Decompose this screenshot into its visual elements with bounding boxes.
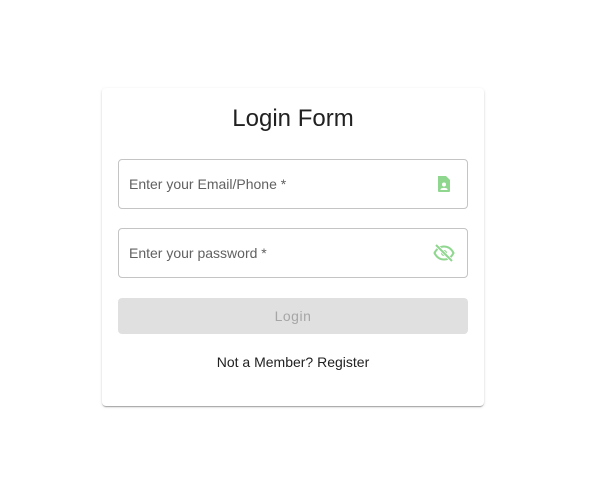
contact-card-icon bbox=[433, 173, 455, 195]
register-link[interactable]: Register bbox=[317, 354, 369, 370]
email-field[interactable] bbox=[118, 159, 468, 209]
password-field[interactable] bbox=[118, 228, 468, 278]
visibility-off-icon[interactable] bbox=[433, 242, 455, 264]
register-prompt: Not a Member? Register bbox=[102, 353, 484, 371]
login-button[interactable]: Login bbox=[118, 298, 468, 334]
form-title: Login Form bbox=[232, 105, 354, 132]
password-input[interactable] bbox=[119, 229, 419, 277]
login-card: Login Form Login Not a Member? Register bbox=[102, 88, 484, 406]
register-prompt-text: Not a Member? bbox=[216, 354, 318, 370]
email-input[interactable] bbox=[119, 160, 419, 208]
